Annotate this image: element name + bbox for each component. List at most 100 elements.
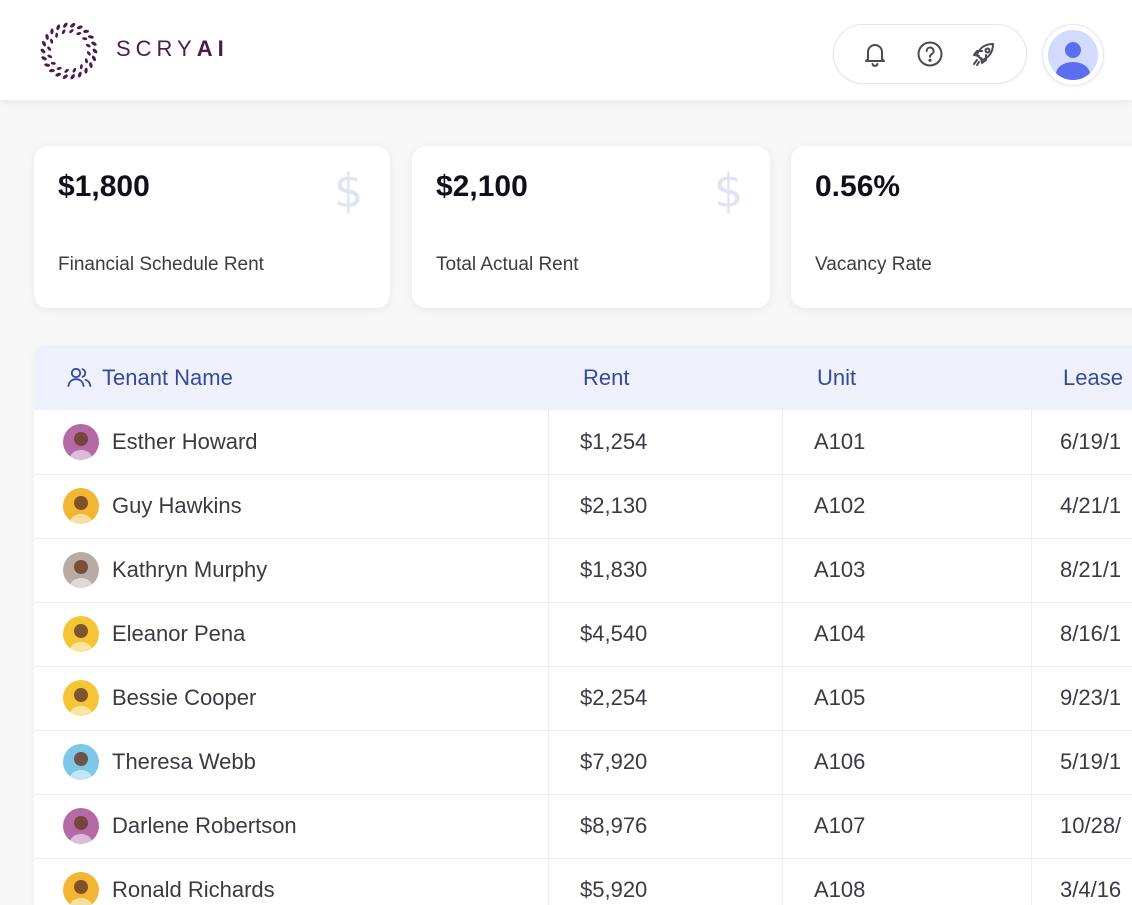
stat-value: 0.56% [815, 170, 901, 203]
stat-label: Financial Schedule Rent [58, 254, 264, 275]
stat-label: Total Actual Rent [436, 254, 579, 275]
logo-petal [41, 56, 47, 61]
logo-petal [47, 46, 52, 51]
logo-petal [55, 32, 59, 38]
logo-petal [86, 51, 91, 56]
column-header-rent[interactable]: Rent [583, 345, 629, 410]
logo-petal [64, 68, 69, 73]
logo-petal [47, 54, 53, 59]
cell-unit: A107 [814, 813, 866, 838]
stat-card-total-actual-rent: $2,100 Total Actual Rent $ [412, 146, 770, 308]
cell-lease: 10/28/ [1060, 813, 1122, 838]
tenant-avatar [63, 808, 99, 844]
logo-petal [89, 62, 93, 69]
brand-name[interactable]: SCRYAI [116, 36, 229, 62]
logo-petal [62, 74, 68, 79]
user-avatar-button[interactable] [1042, 24, 1104, 86]
cell-name: Darlene Robertson [112, 813, 297, 838]
logo-petal [50, 38, 54, 44]
logo-petal [45, 33, 49, 40]
logo-petal [50, 28, 54, 35]
table-row[interactable]: Kathryn Murphy $1,830 A103 8/21/1 [34, 538, 1132, 603]
cell-rent: $8,976 [580, 813, 648, 838]
column-header-tenant-name[interactable]: Tenant Name [67, 345, 233, 410]
cell-rent: $1,830 [580, 557, 648, 582]
top-bar: SCRYAI [0, 0, 1132, 101]
stat-card-vacancy-rate: 0.56% Vacancy Rate [791, 146, 1132, 308]
logo-petal [77, 71, 82, 78]
logo-petal [79, 64, 83, 70]
cell-rent: $1,254 [580, 429, 648, 454]
tenant-avatar [63, 424, 99, 460]
cell-name: Ronald Richards [112, 877, 275, 902]
cell-lease: 4/21/1 [1060, 493, 1122, 518]
brand-name-suffix: AI [196, 36, 229, 61]
logo-petal [48, 68, 55, 73]
cell-unit: A105 [814, 685, 866, 710]
table-row[interactable]: Ronald Richards $5,920 A108 3/4/16 [34, 858, 1132, 905]
cell-rent: $5,920 [580, 877, 648, 902]
column-header-unit[interactable]: Unit [817, 345, 856, 410]
tenant-table: Tenant Name Rent Unit Lease Esther Howar… [34, 345, 1132, 905]
logo-petal [61, 29, 66, 35]
rocket-icon[interactable] [968, 38, 1000, 70]
cell-name: Eleanor Pena [112, 621, 246, 646]
help-circle-icon[interactable] [914, 38, 946, 70]
logo-petal [92, 48, 98, 54]
logo-petal [76, 32, 82, 36]
logo-petal [56, 66, 62, 70]
logo-petal [70, 23, 76, 28]
cell-unit: A102 [814, 493, 866, 518]
stat-value: $1,800 [58, 170, 150, 203]
table-row[interactable]: Darlene Robertson $8,976 A107 10/28/ [34, 794, 1132, 859]
brand-name-main: SCRY [116, 36, 197, 61]
cell-unit: A108 [814, 877, 866, 902]
column-header-label: Unit [817, 365, 857, 390]
table-row[interactable]: Guy Hawkins $2,130 A102 4/21/1 [34, 474, 1132, 539]
column-header-lease[interactable]: Lease [1063, 345, 1123, 410]
stat-label: Vacancy Rate [815, 254, 932, 275]
bell-icon[interactable] [859, 38, 891, 70]
cell-lease: 5/19/1 [1060, 749, 1122, 774]
table-row[interactable]: Bessie Cooper $2,254 A105 9/23/1 [34, 666, 1132, 731]
cell-lease: 9/23/1 [1060, 685, 1122, 710]
cell-name: Kathryn Murphy [112, 557, 268, 582]
dollar-icon: $ [714, 164, 744, 218]
logo-petal [50, 61, 56, 65]
cell-lease: 3/4/16 [1060, 877, 1122, 902]
cell-lease: 6/19/1 [1060, 429, 1122, 454]
tenant-avatar [63, 872, 99, 905]
user-avatar-icon [1048, 30, 1098, 80]
logo-petal [69, 29, 74, 34]
logo-petal [63, 22, 68, 28]
cell-lease: 8/16/1 [1060, 621, 1122, 646]
logo-petal [84, 67, 88, 74]
cell-name: Esther Howard [112, 429, 258, 454]
cell-rent: $2,254 [580, 685, 648, 710]
cell-rent: $7,920 [580, 749, 648, 774]
cell-name: Guy Hawkins [112, 493, 242, 518]
logo-petal [72, 67, 77, 73]
table-row[interactable]: Theresa Webb $7,920 A106 5/19/1 [34, 730, 1132, 795]
logo-petal [44, 63, 51, 67]
logo-petal [91, 55, 96, 62]
cell-lease: 8/21/1 [1060, 557, 1122, 582]
cell-name: Bessie Cooper [112, 685, 257, 710]
cell-unit: A103 [814, 557, 866, 582]
logo-petal [40, 48, 46, 54]
column-header-label: Lease [1063, 365, 1123, 390]
logo-petal [42, 40, 47, 47]
logo-petal [85, 43, 91, 48]
cell-rent: $4,540 [580, 621, 648, 646]
tenant-avatar [63, 680, 99, 716]
table-row[interactable]: Esther Howard $1,254 A101 6/19/1 [34, 410, 1132, 475]
table-header: Tenant Name Rent Unit Lease [34, 345, 1132, 410]
logo-petal [91, 41, 97, 46]
column-header-label: Tenant Name [102, 365, 233, 390]
users-icon [67, 367, 92, 387]
table-row[interactable]: Eleanor Pena $4,540 A104 8/16/1 [34, 602, 1132, 667]
header-actions [833, 24, 1027, 84]
cell-name: Theresa Webb [112, 749, 256, 774]
scryai-logo-icon[interactable] [38, 20, 100, 82]
tenant-avatar [63, 744, 99, 780]
